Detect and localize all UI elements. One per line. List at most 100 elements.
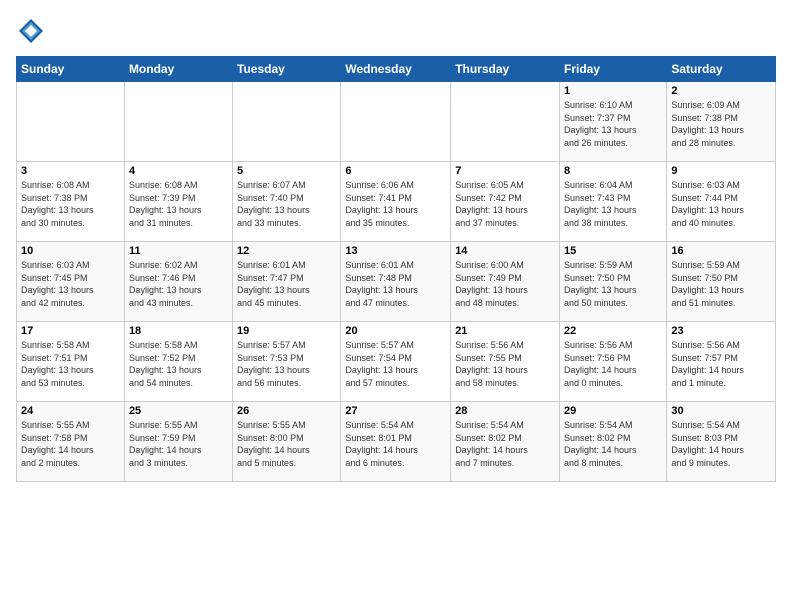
day-info: Sunrise: 5:57 AM Sunset: 7:54 PM Dayligh… (345, 339, 446, 389)
day-info: Sunrise: 5:54 AM Sunset: 8:02 PM Dayligh… (564, 419, 662, 469)
weekday-header-monday: Monday (124, 57, 232, 82)
day-number: 16 (671, 245, 771, 257)
day-info: Sunrise: 5:55 AM Sunset: 7:59 PM Dayligh… (129, 419, 228, 469)
weekday-header-tuesday: Tuesday (233, 57, 341, 82)
day-number: 25 (129, 405, 228, 417)
day-cell (124, 82, 232, 162)
day-number: 27 (345, 405, 446, 417)
day-cell: 29 Sunrise: 5:54 AM Sunset: 8:02 PM Dayli… (560, 402, 667, 482)
day-number: 14 (455, 245, 555, 257)
day-number: 30 (671, 405, 771, 417)
day-number: 22 (564, 325, 662, 337)
day-cell: 6 Sunrise: 6:06 AM Sunset: 7:41 PM Daylig… (341, 162, 451, 242)
day-info: Sunrise: 6:07 AM Sunset: 7:40 PM Dayligh… (237, 179, 336, 229)
day-cell: 24 Sunrise: 5:55 AM Sunset: 7:58 PM Dayli… (17, 402, 125, 482)
day-info: Sunrise: 6:00 AM Sunset: 7:49 PM Dayligh… (455, 259, 555, 309)
day-cell: 2 Sunrise: 6:09 AM Sunset: 7:38 PM Daylig… (667, 82, 776, 162)
day-cell: 21 Sunrise: 5:56 AM Sunset: 7:55 PM Dayli… (451, 322, 560, 402)
day-cell (341, 82, 451, 162)
day-info: Sunrise: 5:58 AM Sunset: 7:52 PM Dayligh… (129, 339, 228, 389)
day-cell: 15Sunrise: 5:59 AM Sunset: 7:50 PM Dayli… (560, 242, 667, 322)
day-number: 2 (671, 85, 771, 97)
week-row-2: 10 Sunrise: 6:03 AM Sunset: 7:45 PM Dayli… (17, 242, 776, 322)
day-cell: 8Sunrise: 6:04 AM Sunset: 7:43 PM Daylig… (560, 162, 667, 242)
day-cell: 17 Sunrise: 5:58 AM Sunset: 7:51 PM Dayli… (17, 322, 125, 402)
day-number: 29 (564, 405, 662, 417)
day-info: Sunrise: 5:56 AM Sunset: 7:57 PM Dayligh… (671, 339, 771, 389)
day-cell: 1 Sunrise: 6:10 AM Sunset: 7:37 PM Daylig… (560, 82, 667, 162)
day-info: Sunrise: 5:54 AM Sunset: 8:03 PM Dayligh… (671, 419, 771, 469)
day-info: Sunrise: 5:54 AM Sunset: 8:02 PM Dayligh… (455, 419, 555, 469)
day-info: Sunrise: 6:01 AM Sunset: 7:47 PM Dayligh… (237, 259, 336, 309)
day-number: 8 (564, 165, 662, 177)
logo (16, 16, 50, 46)
day-cell: 4 Sunrise: 6:08 AM Sunset: 7:39 PM Daylig… (124, 162, 232, 242)
day-number: 3 (21, 165, 120, 177)
day-info: Sunrise: 5:58 AM Sunset: 7:51 PM Dayligh… (21, 339, 120, 389)
day-cell: 11 Sunrise: 6:02 AM Sunset: 7:46 PM Dayli… (124, 242, 232, 322)
day-number: 1 (564, 85, 662, 97)
day-info: Sunrise: 5:55 AM Sunset: 8:00 PM Dayligh… (237, 419, 336, 469)
day-info: Sunrise: 5:54 AM Sunset: 8:01 PM Dayligh… (345, 419, 446, 469)
day-cell: 9Sunrise: 6:03 AM Sunset: 7:44 PM Daylig… (667, 162, 776, 242)
day-cell: 26 Sunrise: 5:55 AM Sunset: 8:00 PM Dayli… (233, 402, 341, 482)
week-row-0: 1 Sunrise: 6:10 AM Sunset: 7:37 PM Daylig… (17, 82, 776, 162)
calendar-table: SundayMondayTuesdayWednesdayThursdayFrid… (16, 56, 776, 482)
day-info: Sunrise: 6:03 AM Sunset: 7:45 PM Dayligh… (21, 259, 120, 309)
day-number: 5 (237, 165, 336, 177)
weekday-header-row: SundayMondayTuesdayWednesdayThursdayFrid… (17, 57, 776, 82)
day-info: Sunrise: 5:56 AM Sunset: 7:56 PM Dayligh… (564, 339, 662, 389)
day-number: 10 (21, 245, 120, 257)
day-info: Sunrise: 5:59 AM Sunset: 7:50 PM Dayligh… (564, 259, 662, 309)
day-cell: 20Sunrise: 5:57 AM Sunset: 7:54 PM Dayli… (341, 322, 451, 402)
day-cell: 16 Sunrise: 5:59 AM Sunset: 7:50 PM Dayli… (667, 242, 776, 322)
day-info: Sunrise: 6:09 AM Sunset: 7:38 PM Dayligh… (671, 99, 771, 149)
day-cell: 30 Sunrise: 5:54 AM Sunset: 8:03 PM Dayli… (667, 402, 776, 482)
week-row-1: 3Sunrise: 6:08 AM Sunset: 7:38 PM Daylig… (17, 162, 776, 242)
day-info: Sunrise: 5:59 AM Sunset: 7:50 PM Dayligh… (671, 259, 771, 309)
day-info: Sunrise: 6:08 AM Sunset: 7:39 PM Dayligh… (129, 179, 228, 229)
header (16, 16, 776, 46)
day-info: Sunrise: 6:01 AM Sunset: 7:48 PM Dayligh… (345, 259, 446, 309)
day-cell: 18 Sunrise: 5:58 AM Sunset: 7:52 PM Dayli… (124, 322, 232, 402)
day-number: 18 (129, 325, 228, 337)
day-number: 23 (671, 325, 771, 337)
day-cell: 14 Sunrise: 6:00 AM Sunset: 7:49 PM Dayli… (451, 242, 560, 322)
day-cell: 19Sunrise: 5:57 AM Sunset: 7:53 PM Dayli… (233, 322, 341, 402)
weekday-header-thursday: Thursday (451, 57, 560, 82)
day-cell: 13 Sunrise: 6:01 AM Sunset: 7:48 PM Dayli… (341, 242, 451, 322)
day-number: 19 (237, 325, 336, 337)
day-cell: 10 Sunrise: 6:03 AM Sunset: 7:45 PM Dayli… (17, 242, 125, 322)
day-number: 24 (21, 405, 120, 417)
day-number: 17 (21, 325, 120, 337)
day-number: 6 (345, 165, 446, 177)
day-info: Sunrise: 5:56 AM Sunset: 7:55 PM Dayligh… (455, 339, 555, 389)
day-cell: 22 Sunrise: 5:56 AM Sunset: 7:56 PM Dayli… (560, 322, 667, 402)
logo-icon (16, 16, 46, 46)
day-cell (17, 82, 125, 162)
day-number: 12 (237, 245, 336, 257)
day-number: 4 (129, 165, 228, 177)
day-cell: 28 Sunrise: 5:54 AM Sunset: 8:02 PM Dayli… (451, 402, 560, 482)
day-info: Sunrise: 5:55 AM Sunset: 7:58 PM Dayligh… (21, 419, 120, 469)
week-row-3: 17 Sunrise: 5:58 AM Sunset: 7:51 PM Dayli… (17, 322, 776, 402)
day-number: 7 (455, 165, 555, 177)
weekday-header-saturday: Saturday (667, 57, 776, 82)
day-info: Sunrise: 6:02 AM Sunset: 7:46 PM Dayligh… (129, 259, 228, 309)
day-cell (233, 82, 341, 162)
day-number: 28 (455, 405, 555, 417)
day-cell: 5 Sunrise: 6:07 AM Sunset: 7:40 PM Daylig… (233, 162, 341, 242)
day-cell: 25 Sunrise: 5:55 AM Sunset: 7:59 PM Dayli… (124, 402, 232, 482)
day-info: Sunrise: 6:06 AM Sunset: 7:41 PM Dayligh… (345, 179, 446, 229)
day-number: 13 (345, 245, 446, 257)
day-cell: 7 Sunrise: 6:05 AM Sunset: 7:42 PM Daylig… (451, 162, 560, 242)
day-number: 21 (455, 325, 555, 337)
day-number: 26 (237, 405, 336, 417)
day-number: 9 (671, 165, 771, 177)
day-info: Sunrise: 6:10 AM Sunset: 7:37 PM Dayligh… (564, 99, 662, 149)
day-cell: 23 Sunrise: 5:56 AM Sunset: 7:57 PM Dayli… (667, 322, 776, 402)
day-info: Sunrise: 6:05 AM Sunset: 7:42 PM Dayligh… (455, 179, 555, 229)
weekday-header-sunday: Sunday (17, 57, 125, 82)
day-number: 11 (129, 245, 228, 257)
week-row-4: 24 Sunrise: 5:55 AM Sunset: 7:58 PM Dayli… (17, 402, 776, 482)
